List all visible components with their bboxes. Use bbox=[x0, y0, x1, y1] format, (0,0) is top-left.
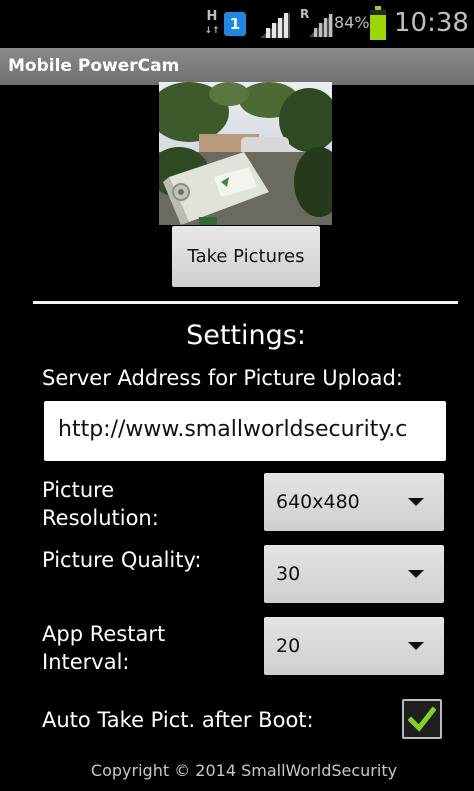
app-restart-interval-label-line2: Interval: bbox=[42, 650, 130, 674]
app-restart-interval-dropdown[interactable]: 20 bbox=[264, 617, 444, 675]
server-address-label: Server Address for Picture Upload: bbox=[42, 366, 403, 390]
battery-icon bbox=[370, 6, 386, 40]
take-pictures-button[interactable]: Take Pictures bbox=[172, 226, 320, 287]
dropdown-arrow-icon bbox=[408, 570, 424, 578]
picture-resolution-dropdown[interactable]: 640x480 bbox=[264, 473, 444, 531]
picture-quality-label: Picture Quality: bbox=[42, 548, 202, 572]
checkmark-icon bbox=[408, 706, 436, 732]
settings-title: Settings: bbox=[186, 320, 306, 351]
app-title: Mobile PowerCam bbox=[8, 56, 180, 76]
app-title-bar: Mobile PowerCam bbox=[0, 48, 474, 85]
server-address-input[interactable]: http://www.smallworldsecurity.c bbox=[44, 401, 446, 461]
section-divider bbox=[33, 301, 458, 304]
roaming-signal-icon bbox=[309, 13, 333, 37]
battery-percent: 84% bbox=[334, 13, 370, 32]
battery-fill bbox=[370, 14, 386, 40]
notification-count: 1 bbox=[229, 15, 241, 33]
data-h-icon: H ↓↑ bbox=[204, 9, 220, 36]
network-type-label: H bbox=[206, 9, 218, 24]
picture-resolution-label-line1: Picture bbox=[42, 478, 115, 502]
picture-quality-dropdown[interactable]: 30 bbox=[264, 545, 444, 603]
signal-icon bbox=[260, 12, 290, 38]
server-address-value: http://www.smallworldsecurity.c bbox=[58, 417, 408, 442]
camera-preview-image bbox=[159, 82, 332, 225]
app-restart-interval-value: 20 bbox=[276, 635, 301, 657]
notification-badge-icon: 1 bbox=[224, 12, 246, 36]
app-restart-interval-label: App Restart Interval: bbox=[42, 620, 165, 676]
status-time: 10:38 bbox=[394, 8, 469, 38]
picture-resolution-value: 640x480 bbox=[276, 491, 360, 513]
picture-resolution-label-line2: Resolution: bbox=[42, 506, 159, 530]
picture-resolution-label: Picture Resolution: bbox=[42, 476, 159, 532]
picture-quality-value: 30 bbox=[276, 563, 301, 585]
auto-take-picture-label: Auto Take Pict. after Boot: bbox=[42, 708, 314, 732]
dropdown-arrow-icon bbox=[408, 642, 424, 650]
app-screen: H ↓↑ 1 R 84% 10:38 Mobile PowerCam Take … bbox=[0, 0, 474, 791]
dropdown-arrow-icon bbox=[408, 498, 424, 506]
copyright-text: Copyright © 2014 SmallWorldSecurity bbox=[90, 761, 398, 780]
auto-take-picture-checkbox[interactable] bbox=[402, 699, 442, 739]
app-restart-interval-label-line1: App Restart bbox=[42, 622, 166, 646]
status-bar: H ↓↑ 1 R 84% 10:38 bbox=[0, 0, 474, 48]
